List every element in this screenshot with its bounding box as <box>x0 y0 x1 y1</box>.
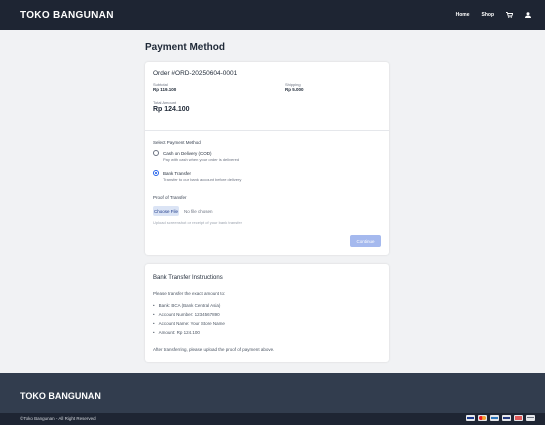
copyright-text: ©Toko Bangunan - All Right Reserved <box>20 416 96 421</box>
instructions-after: After transferring, please upload the pr… <box>153 347 275 352</box>
section-divider <box>145 130 389 131</box>
list-item: Account Name: Your Store Name <box>153 319 225 328</box>
total-label: Total Amount <box>153 100 177 105</box>
list-item: Amount: Rp 124.100 <box>153 328 225 337</box>
proof-of-transfer-label: Proof of Transfer <box>153 195 187 200</box>
instructions-intro: Please transfer the exact amount to: <box>153 291 226 296</box>
cod-option-title[interactable]: Cash on Delivery (COD) <box>163 151 212 156</box>
nav-shop-link[interactable]: Shop <box>482 12 495 18</box>
brand-logo[interactable]: TOKO BANGUNAN <box>20 10 114 21</box>
bank-transfer-radio[interactable] <box>153 170 159 176</box>
amex-icon <box>490 415 499 421</box>
nav-home-link[interactable]: Home <box>456 12 470 18</box>
footer-brand: TOKO BANGUNAN <box>20 391 101 401</box>
top-navbar: TOKO BANGUNAN Home Shop <box>0 0 545 30</box>
cod-radio[interactable] <box>153 150 159 156</box>
total-value: Rp 124.100 <box>153 106 190 113</box>
shipping-value: Rp 5.000 <box>285 87 304 92</box>
payment-icons <box>466 415 535 421</box>
upload-hint: Upload screenshot or receipt of your ban… <box>153 220 242 225</box>
mastercard-icon <box>478 415 487 421</box>
list-item: Account Number: 1234567890 <box>153 310 225 319</box>
order-number: Order #ORD-20250604-0001 <box>153 70 238 77</box>
cod-option-desc: Pay with cash when your order is deliver… <box>163 157 240 162</box>
main-nav: Home Shop <box>456 12 531 18</box>
select-payment-label: Select Payment Method <box>153 140 201 145</box>
list-item: Bank: BCA (Bank Central Asia) <box>153 301 225 310</box>
cart-icon[interactable] <box>506 12 513 18</box>
choose-file-button[interactable]: Choose File <box>153 206 179 216</box>
card-icon <box>526 415 535 421</box>
page-title: Payment Method <box>145 42 226 53</box>
bank-transfer-option-title[interactable]: Bank Transfer <box>163 171 191 176</box>
continue-button[interactable]: Continue <box>350 235 381 247</box>
payment-card: Order #ORD-20250604-0001 Subtotal Rp 119… <box>145 62 389 255</box>
bank-instructions-card: Bank Transfer Instructions Please transf… <box>145 264 389 362</box>
user-icon[interactable] <box>525 12 531 18</box>
visa-icon <box>466 415 475 421</box>
subtotal-value: Rp 119.100 <box>153 87 177 92</box>
bank-transfer-option-desc: Transfer to our bank account before deli… <box>163 177 242 182</box>
file-status: No file chosen <box>184 209 213 214</box>
footer: TOKO BANGUNAN ©Toko Bangunan - All Right… <box>0 373 545 425</box>
discover-icon <box>514 415 523 421</box>
footer-bottom-bar: ©Toko Bangunan - All Right Reserved <box>0 413 545 425</box>
paypal-icon <box>502 415 511 421</box>
instructions-title: Bank Transfer Instructions <box>153 275 223 281</box>
instructions-list: Bank: BCA (Bank Central Asia) Account Nu… <box>153 301 225 337</box>
